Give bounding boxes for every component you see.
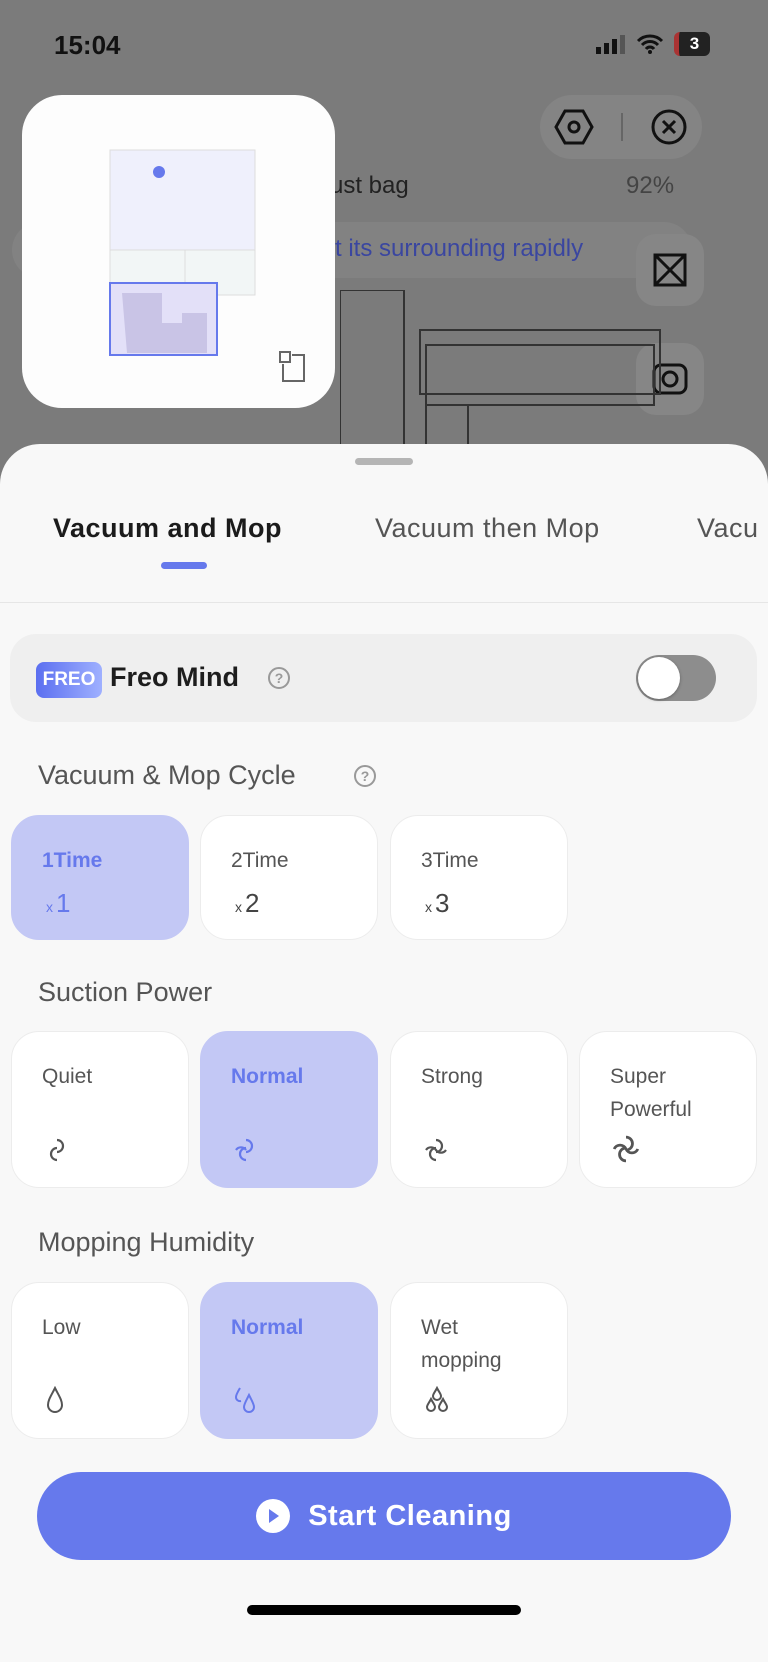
option-label: Normal [231, 1065, 304, 1088]
drop-2-icon [235, 1387, 256, 1413]
option-label: Quiet [42, 1065, 93, 1088]
humidity-title: Mopping Humidity [38, 1227, 255, 1257]
tabs-divider [0, 602, 768, 603]
humidity-wet-mopping[interactable]: Wet mopping [390, 1282, 568, 1439]
play-icon [256, 1499, 291, 1533]
drop-3-icon [425, 1386, 449, 1412]
start-cleaning-label: Start Cleaning [308, 1499, 512, 1532]
mini-map[interactable] [22, 95, 335, 408]
option-label: 2Time [231, 849, 289, 872]
map-icon [653, 253, 687, 287]
suction-quiet[interactable]: Quiet [11, 1031, 189, 1188]
option-label: Super Powerful [610, 1065, 692, 1121]
wifi-icon [636, 34, 664, 54]
robot-icon [153, 166, 165, 178]
tab-vacuum-then-mop[interactable]: Vacuum then Mop [375, 513, 600, 544]
freo-mind-label: Freo Mind [110, 662, 239, 692]
cycle-option-2[interactable]: 2Time x 2 [200, 815, 378, 940]
home-indicator[interactable] [247, 1605, 521, 1615]
option-value: x1 [46, 888, 71, 918]
close-icon[interactable] [650, 108, 688, 146]
fan-2-icon [235, 1138, 254, 1162]
option-value: x2 [235, 888, 260, 918]
active-tab-indicator [161, 562, 207, 569]
option-label: 1Time [42, 849, 103, 872]
signal-icon [596, 35, 625, 54]
fan-3-icon [425, 1138, 447, 1162]
banner-text: t its surrounding rapidly [335, 235, 584, 262]
suction-normal[interactable]: Normal [200, 1031, 378, 1188]
floor-plan-background [340, 290, 661, 469]
cycle-option-3[interactable]: 3Time x 3 [390, 815, 568, 940]
dust-bag-text: ust bag [330, 172, 409, 199]
settings-icon[interactable] [553, 109, 594, 145]
help-icon[interactable]: ? [268, 667, 290, 689]
suction-title: Suction Power [38, 977, 213, 1007]
help-icon[interactable]: ? [354, 765, 376, 787]
option-label: 3Time [421, 849, 479, 872]
toggle-knob [638, 657, 680, 699]
battery-indicator: 3 [674, 32, 710, 56]
suction-strong[interactable]: Strong [390, 1031, 568, 1188]
tab-vacuum[interactable]: Vacu [697, 513, 759, 544]
fan-1-icon [49, 1138, 65, 1162]
top-controls [540, 95, 702, 159]
start-cleaning-button[interactable]: Start Cleaning [37, 1472, 731, 1560]
option-label: Wet mopping [421, 1316, 502, 1372]
humidity-low[interactable]: Low [11, 1282, 189, 1439]
status-time: 15:04 [54, 30, 121, 60]
cycle-title: Vacuum & Mop Cycle [38, 760, 296, 790]
battery-percent: 92% [626, 172, 675, 199]
option-label: Low [42, 1316, 81, 1339]
fan-4-icon [612, 1135, 640, 1163]
expand-map-icon[interactable] [278, 350, 308, 384]
sheet-drag-handle[interactable] [355, 458, 413, 465]
freo-logo: FREO [36, 662, 102, 698]
tab-vacuum-and-mop[interactable]: Vacuum and Mop [53, 513, 282, 544]
divider [620, 113, 623, 141]
option-value: x3 [425, 888, 450, 918]
cycle-option-1[interactable]: 1Time x 1 [11, 815, 189, 940]
option-label: Strong [421, 1065, 483, 1088]
drop-1-icon [46, 1386, 64, 1413]
option-label: Normal [231, 1316, 304, 1339]
suction-super-powerful[interactable]: Super Powerful [579, 1031, 757, 1188]
status-icons: 3 [596, 32, 710, 56]
humidity-normal[interactable]: Normal [200, 1282, 378, 1439]
